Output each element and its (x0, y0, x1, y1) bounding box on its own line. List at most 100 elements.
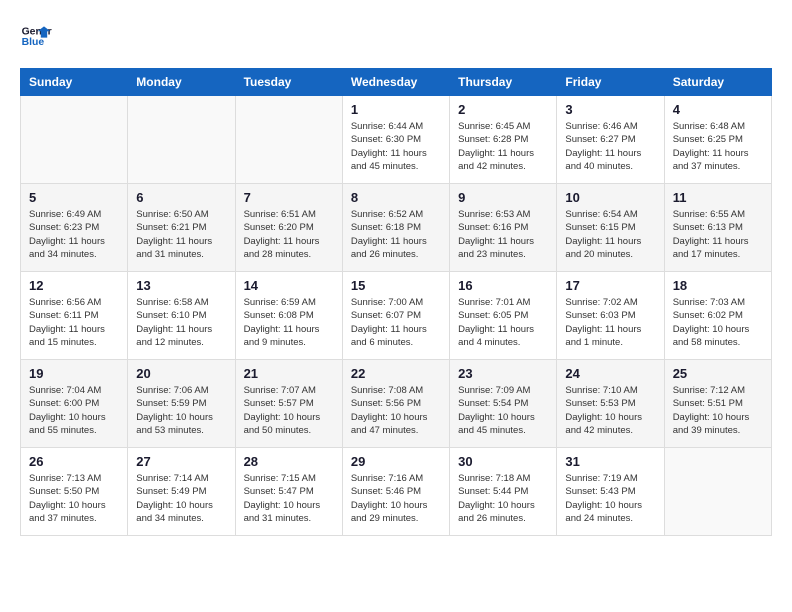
calendar-week-3: 12 Sunrise: 6:56 AM Sunset: 6:11 PM Dayli… (21, 272, 772, 360)
day-info: Sunrise: 6:54 AM Sunset: 6:15 PM Dayligh… (565, 208, 655, 261)
day-number: 7 (244, 190, 334, 205)
day-number: 3 (565, 102, 655, 117)
calendar-cell: 17 Sunrise: 7:02 AM Sunset: 6:03 PM Dayli… (557, 272, 664, 360)
calendar-cell: 15 Sunrise: 7:00 AM Sunset: 6:07 PM Dayli… (342, 272, 449, 360)
day-info: Sunrise: 6:48 AM Sunset: 6:25 PM Dayligh… (673, 120, 763, 173)
calendar-cell: 9 Sunrise: 6:53 AM Sunset: 6:16 PM Daylig… (450, 184, 557, 272)
day-number: 22 (351, 366, 441, 381)
calendar-cell: 6 Sunrise: 6:50 AM Sunset: 6:21 PM Daylig… (128, 184, 235, 272)
calendar-cell: 21 Sunrise: 7:07 AM Sunset: 5:57 PM Dayli… (235, 360, 342, 448)
calendar-week-1: 1Sunrise: 6:44 AM Sunset: 6:30 PM Daylig… (21, 96, 772, 184)
day-number: 29 (351, 454, 441, 469)
svg-text:General: General (22, 26, 52, 37)
day-header-friday: Friday (557, 69, 664, 96)
calendar-cell: 30 Sunrise: 7:18 AM Sunset: 5:44 PM Dayli… (450, 448, 557, 536)
calendar-cell: 2 Sunrise: 6:45 AM Sunset: 6:28 PM Daylig… (450, 96, 557, 184)
calendar-cell: 1Sunrise: 6:44 AM Sunset: 6:30 PM Daylig… (342, 96, 449, 184)
day-info: Sunrise: 6:55 AM Sunset: 6:13 PM Dayligh… (673, 208, 763, 261)
day-number: 13 (136, 278, 226, 293)
day-info: Sunrise: 6:56 AM Sunset: 6:11 PM Dayligh… (29, 296, 119, 349)
day-info: Sunrise: 6:58 AM Sunset: 6:10 PM Dayligh… (136, 296, 226, 349)
calendar-cell: 29Sunrise: 7:16 AM Sunset: 5:46 PM Dayli… (342, 448, 449, 536)
day-info: Sunrise: 7:02 AM Sunset: 6:03 PM Dayligh… (565, 296, 655, 349)
day-number: 6 (136, 190, 226, 205)
calendar-cell: 11 Sunrise: 6:55 AM Sunset: 6:13 PM Dayli… (664, 184, 771, 272)
calendar-table: SundayMondayTuesdayWednesdayThursdayFrid… (20, 68, 772, 536)
day-info: Sunrise: 7:14 AM Sunset: 5:49 PM Dayligh… (136, 472, 226, 525)
day-number: 2 (458, 102, 548, 117)
day-header-sunday: Sunday (21, 69, 128, 96)
day-info: Sunrise: 7:13 AM Sunset: 5:50 PM Dayligh… (29, 472, 119, 525)
day-info: Sunrise: 7:03 AM Sunset: 6:02 PM Dayligh… (673, 296, 763, 349)
day-info: Sunrise: 7:06 AM Sunset: 5:59 PM Dayligh… (136, 384, 226, 437)
day-info: Sunrise: 6:50 AM Sunset: 6:21 PM Dayligh… (136, 208, 226, 261)
day-number: 14 (244, 278, 334, 293)
day-info: Sunrise: 6:51 AM Sunset: 6:20 PM Dayligh… (244, 208, 334, 261)
day-info: Sunrise: 7:00 AM Sunset: 6:07 PM Dayligh… (351, 296, 441, 349)
day-number: 15 (351, 278, 441, 293)
calendar-cell (21, 96, 128, 184)
day-number: 16 (458, 278, 548, 293)
day-number: 8 (351, 190, 441, 205)
day-number: 17 (565, 278, 655, 293)
calendar-cell: 16 Sunrise: 7:01 AM Sunset: 6:05 PM Dayli… (450, 272, 557, 360)
day-info: Sunrise: 6:45 AM Sunset: 6:28 PM Dayligh… (458, 120, 548, 173)
calendar-cell: 24 Sunrise: 7:10 AM Sunset: 5:53 PM Dayli… (557, 360, 664, 448)
calendar-cell: 3 Sunrise: 6:46 AM Sunset: 6:27 PM Daylig… (557, 96, 664, 184)
day-number: 9 (458, 190, 548, 205)
calendar-cell (235, 96, 342, 184)
day-number: 4 (673, 102, 763, 117)
day-number: 30 (458, 454, 548, 469)
day-number: 11 (673, 190, 763, 205)
svg-text:Blue: Blue (22, 37, 45, 48)
calendar-week-5: 26 Sunrise: 7:13 AM Sunset: 5:50 PM Dayli… (21, 448, 772, 536)
day-info: Sunrise: 7:09 AM Sunset: 5:54 PM Dayligh… (458, 384, 548, 437)
day-number: 18 (673, 278, 763, 293)
calendar-cell: 26 Sunrise: 7:13 AM Sunset: 5:50 PM Dayli… (21, 448, 128, 536)
day-number: 26 (29, 454, 119, 469)
calendar-cell: 22 Sunrise: 7:08 AM Sunset: 5:56 PM Dayli… (342, 360, 449, 448)
calendar-cell: 25 Sunrise: 7:12 AM Sunset: 5:51 PM Dayli… (664, 360, 771, 448)
day-number: 5 (29, 190, 119, 205)
day-info: Sunrise: 7:04 AM Sunset: 6:00 PM Dayligh… (29, 384, 119, 437)
calendar-cell: 5Sunrise: 6:49 AM Sunset: 6:23 PM Daylig… (21, 184, 128, 272)
calendar-cell (664, 448, 771, 536)
day-number: 24 (565, 366, 655, 381)
day-info: Sunrise: 6:53 AM Sunset: 6:16 PM Dayligh… (458, 208, 548, 261)
day-info: Sunrise: 6:46 AM Sunset: 6:27 PM Dayligh… (565, 120, 655, 173)
day-number: 28 (244, 454, 334, 469)
calendar-cell: 12 Sunrise: 6:56 AM Sunset: 6:11 PM Dayli… (21, 272, 128, 360)
day-info: Sunrise: 7:07 AM Sunset: 5:57 PM Dayligh… (244, 384, 334, 437)
day-number: 1 (351, 102, 441, 117)
day-info: Sunrise: 7:18 AM Sunset: 5:44 PM Dayligh… (458, 472, 548, 525)
day-header-wednesday: Wednesday (342, 69, 449, 96)
calendar-cell: 18 Sunrise: 7:03 AM Sunset: 6:02 PM Dayli… (664, 272, 771, 360)
page-header: General Blue (20, 20, 772, 52)
calendar-cell: 28 Sunrise: 7:15 AM Sunset: 5:47 PM Dayli… (235, 448, 342, 536)
day-info: Sunrise: 7:12 AM Sunset: 5:51 PM Dayligh… (673, 384, 763, 437)
day-number: 31 (565, 454, 655, 469)
day-info: Sunrise: 7:15 AM Sunset: 5:47 PM Dayligh… (244, 472, 334, 525)
calendar-cell: 14Sunrise: 6:59 AM Sunset: 6:08 PM Dayli… (235, 272, 342, 360)
calendar-cell: 19Sunrise: 7:04 AM Sunset: 6:00 PM Dayli… (21, 360, 128, 448)
day-number: 25 (673, 366, 763, 381)
calendar-cell: 23 Sunrise: 7:09 AM Sunset: 5:54 PM Dayli… (450, 360, 557, 448)
calendar-cell: 20 Sunrise: 7:06 AM Sunset: 5:59 PM Dayli… (128, 360, 235, 448)
day-number: 21 (244, 366, 334, 381)
day-header-thursday: Thursday (450, 69, 557, 96)
calendar-week-2: 5Sunrise: 6:49 AM Sunset: 6:23 PM Daylig… (21, 184, 772, 272)
day-number: 23 (458, 366, 548, 381)
day-header-tuesday: Tuesday (235, 69, 342, 96)
logo-icon: General Blue (20, 20, 52, 52)
calendar-cell: 7 Sunrise: 6:51 AM Sunset: 6:20 PM Daylig… (235, 184, 342, 272)
day-info: Sunrise: 7:01 AM Sunset: 6:05 PM Dayligh… (458, 296, 548, 349)
day-number: 20 (136, 366, 226, 381)
day-info: Sunrise: 7:08 AM Sunset: 5:56 PM Dayligh… (351, 384, 441, 437)
day-number: 27 (136, 454, 226, 469)
day-number: 12 (29, 278, 119, 293)
calendar-cell: 31 Sunrise: 7:19 AM Sunset: 5:43 PM Dayli… (557, 448, 664, 536)
day-info: Sunrise: 7:19 AM Sunset: 5:43 PM Dayligh… (565, 472, 655, 525)
calendar-cell: 27 Sunrise: 7:14 AM Sunset: 5:49 PM Dayli… (128, 448, 235, 536)
day-info: Sunrise: 7:10 AM Sunset: 5:53 PM Dayligh… (565, 384, 655, 437)
logo: General Blue (20, 20, 52, 52)
